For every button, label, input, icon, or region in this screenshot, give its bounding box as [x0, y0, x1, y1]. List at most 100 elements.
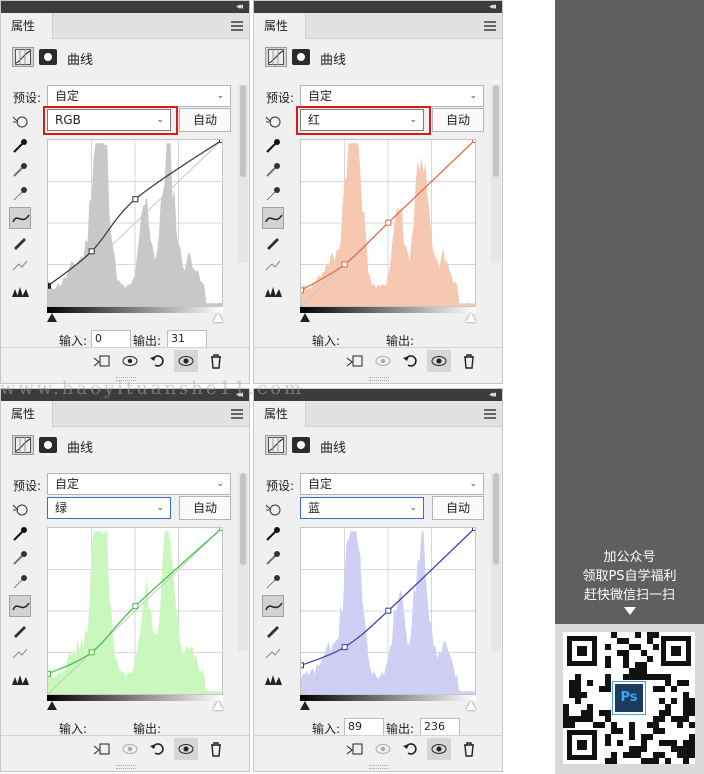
reset-icon[interactable] — [402, 352, 420, 370]
curve-point[interactable] — [472, 140, 476, 143]
curves-adjustment-icon[interactable] — [12, 47, 34, 67]
clip-to-layer-icon[interactable] — [93, 740, 111, 758]
smooth-icon[interactable] — [9, 643, 31, 665]
black-eyedropper-icon[interactable] — [9, 135, 31, 157]
curve-point[interactable] — [472, 528, 476, 531]
panel-menu-icon[interactable] — [484, 21, 496, 33]
resize-grip[interactable] — [116, 765, 136, 769]
auto-button[interactable]: 自动 — [432, 496, 484, 520]
curves-adjustment-icon[interactable] — [12, 435, 34, 455]
black-point-slider[interactable] — [300, 313, 310, 322]
smooth-icon[interactable] — [262, 255, 284, 277]
curve-edit-icon[interactable] — [262, 595, 284, 617]
preset-dropdown[interactable]: 自定 ⌄ — [300, 85, 484, 107]
trash-icon[interactable] — [460, 740, 478, 758]
collapse-icon[interactable]: ◂◂ — [489, 1, 496, 13]
smooth-icon[interactable] — [9, 255, 31, 277]
preset-dropdown[interactable]: 自定 ⌄ — [47, 473, 231, 495]
clip-to-layer-icon[interactable] — [346, 352, 364, 370]
clip-to-layer-icon[interactable] — [346, 740, 364, 758]
scrollbar[interactable] — [491, 473, 501, 651]
input-value-field[interactable]: 0 — [91, 330, 131, 348]
auto-button[interactable]: 自动 — [432, 108, 484, 132]
scrollbar[interactable] — [238, 473, 248, 651]
white-eyedropper-icon[interactable] — [262, 183, 284, 205]
curve-point[interactable] — [48, 282, 51, 289]
smooth-icon[interactable] — [262, 643, 284, 665]
panel-menu-icon[interactable] — [231, 409, 243, 421]
target-adjust-icon[interactable] — [9, 111, 31, 133]
reset-icon[interactable] — [402, 740, 420, 758]
tab-properties[interactable]: 属性 — [1, 13, 53, 39]
curve-point[interactable] — [88, 248, 95, 255]
resize-grip[interactable] — [369, 765, 389, 769]
white-eyedropper-icon[interactable] — [262, 571, 284, 593]
curves-graph[interactable] — [47, 139, 223, 307]
layer-mask-icon[interactable] — [292, 437, 310, 453]
scrollbar[interactable] — [238, 85, 248, 263]
panel-menu-icon[interactable] — [231, 21, 243, 33]
layer-mask-icon[interactable] — [292, 49, 310, 65]
curve-point[interactable] — [219, 528, 223, 531]
pencil-icon[interactable] — [9, 619, 31, 641]
tab-properties[interactable]: 属性 — [254, 13, 306, 39]
curve-point[interactable] — [385, 219, 392, 226]
toggle-visibility-icon[interactable] — [427, 350, 451, 372]
toggle-visibility-icon[interactable] — [427, 738, 451, 760]
gray-eyedropper-icon[interactable] — [9, 159, 31, 181]
curve-edit-icon[interactable] — [9, 207, 31, 229]
black-eyedropper-icon[interactable] — [262, 135, 284, 157]
curve-point[interactable] — [219, 140, 223, 143]
white-eyedropper-icon[interactable] — [9, 571, 31, 593]
target-adjust-icon[interactable] — [9, 499, 31, 521]
trash-icon[interactable] — [207, 352, 225, 370]
view-previous-icon[interactable] — [374, 740, 392, 758]
black-eyedropper-icon[interactable] — [262, 523, 284, 545]
layer-mask-icon[interactable] — [39, 437, 57, 453]
gray-eyedropper-icon[interactable] — [9, 547, 31, 569]
view-previous-icon[interactable] — [121, 740, 139, 758]
panel-menu-icon[interactable] — [484, 409, 496, 421]
gray-eyedropper-icon[interactable] — [262, 547, 284, 569]
curve-edit-icon[interactable] — [262, 207, 284, 229]
clipping-warning-icon[interactable] — [262, 667, 284, 689]
output-value-field[interactable]: 236 — [420, 718, 460, 736]
trash-icon[interactable] — [207, 740, 225, 758]
black-point-slider[interactable] — [47, 313, 57, 322]
curve-point[interactable] — [132, 196, 139, 203]
curve-point[interactable] — [48, 670, 51, 677]
collapse-icon[interactable]: ◂◂ — [236, 1, 243, 13]
clipping-warning-icon[interactable] — [9, 279, 31, 301]
view-previous-icon[interactable] — [374, 352, 392, 370]
curve-point[interactable] — [385, 607, 392, 614]
tab-properties[interactable]: 属性 — [1, 401, 53, 427]
output-value-field[interactable]: 31 — [167, 330, 207, 348]
trash-icon[interactable] — [460, 352, 478, 370]
auto-button[interactable]: 自动 — [179, 108, 231, 132]
curve-point[interactable] — [88, 649, 95, 656]
gray-eyedropper-icon[interactable] — [262, 159, 284, 181]
white-eyedropper-icon[interactable] — [9, 183, 31, 205]
black-eyedropper-icon[interactable] — [9, 523, 31, 545]
tab-properties[interactable]: 属性 — [254, 401, 306, 427]
reset-icon[interactable] — [149, 352, 167, 370]
input-value-field[interactable]: 89 — [344, 718, 384, 736]
layer-mask-icon[interactable] — [39, 49, 57, 65]
curve-point[interactable] — [301, 662, 304, 669]
target-adjust-icon[interactable] — [262, 111, 284, 133]
channel-dropdown[interactable]: 蓝 ⌄ — [300, 497, 424, 519]
clipping-warning-icon[interactable] — [262, 279, 284, 301]
black-point-slider[interactable] — [300, 701, 310, 710]
curves-graph[interactable] — [47, 527, 223, 695]
curve-point[interactable] — [132, 603, 139, 610]
scrollbar[interactable] — [491, 85, 501, 263]
view-previous-icon[interactable] — [121, 352, 139, 370]
reset-icon[interactable] — [149, 740, 167, 758]
black-point-slider[interactable] — [47, 701, 57, 710]
clip-to-layer-icon[interactable] — [93, 352, 111, 370]
white-point-slider[interactable] — [466, 701, 476, 710]
pencil-icon[interactable] — [262, 619, 284, 641]
curve-point[interactable] — [341, 261, 348, 268]
curve-point[interactable] — [301, 287, 304, 294]
clipping-warning-icon[interactable] — [9, 667, 31, 689]
